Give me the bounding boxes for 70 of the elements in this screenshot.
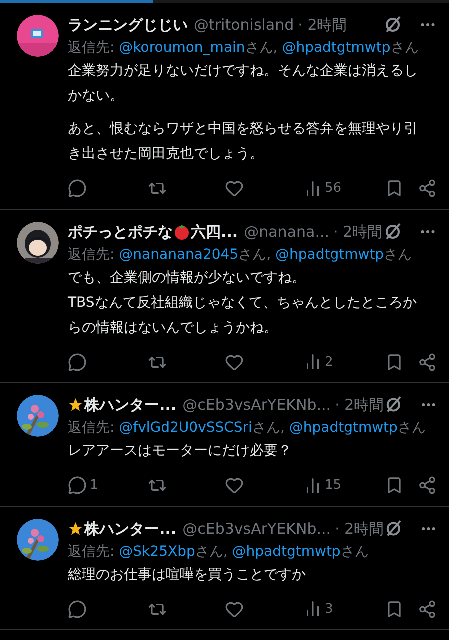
- author-handle[interactable]: @tritonisland: [194, 15, 294, 35]
- reply-count: 1: [90, 477, 98, 495]
- post-text: 企業努力が足りないだけですね。そんな企業は消えるしかない。: [68, 62, 419, 106]
- mention-link[interactable]: @hpadtgtmwtp: [276, 246, 384, 262]
- share-icon[interactable]: [418, 179, 437, 198]
- reply-to-label: 返信先:: [68, 40, 116, 56]
- reply-icon[interactable]: [68, 476, 87, 496]
- like-icon[interactable]: [225, 600, 244, 619]
- reply-to-label: 返信先:: [68, 246, 116, 262]
- view-count: 3: [325, 600, 334, 618]
- honorific-text: さん,: [245, 40, 279, 56]
- mention-link[interactable]: @Sk25Xbp: [119, 544, 196, 560]
- view-count: 2: [325, 354, 334, 372]
- honorific-text: さん: [398, 420, 426, 436]
- share-icon[interactable]: [418, 476, 437, 496]
- author-name[interactable]: 六四...: [191, 222, 238, 242]
- like-icon[interactable]: [225, 476, 244, 496]
- bookmark-icon[interactable]: [385, 352, 404, 372]
- like-icon[interactable]: [225, 352, 244, 372]
- view-count: 15: [325, 477, 342, 495]
- share-icon[interactable]: [418, 352, 437, 372]
- slashed-circle-icon[interactable]: [384, 518, 404, 538]
- post-time: · 2時間: [335, 395, 384, 415]
- author-handle[interactable]: @nanana...: [244, 222, 330, 242]
- honorific-text: さん,: [195, 544, 229, 560]
- mention-link[interactable]: @fvlGd2U0vSSCSri: [119, 420, 252, 436]
- reply-to-label: 返信先:: [68, 544, 116, 560]
- tomato-icon: [174, 224, 190, 240]
- mention-link[interactable]: @nananana2045: [119, 246, 239, 262]
- bookmark-icon[interactable]: [385, 179, 404, 198]
- star-icon: [68, 397, 84, 413]
- post-text: でも、企業側の情報が少ないですね。 TBSなんて反社組織じゃなくて、ちゃんとしたところからの情報はないんでしょうかね。: [68, 268, 418, 338]
- honorific-text: さん: [384, 246, 412, 262]
- mention-link[interactable]: @koroumon_main: [119, 40, 246, 56]
- post-text: あと、恨むならワザと中国を怒らせる答弁を無理やり引き出させた岡田克也でしょう。: [68, 120, 419, 164]
- post-time: · 2時間: [298, 15, 348, 35]
- honorific-text: さん,: [238, 246, 272, 262]
- reply-to-label: 返信先:: [68, 420, 116, 436]
- views-icon[interactable]: [304, 180, 322, 198]
- honorific-text: さん: [390, 40, 419, 56]
- reply-icon[interactable]: [68, 600, 87, 619]
- mention-link[interactable]: @hpadtgtmwtp: [289, 420, 398, 436]
- post-time: · 2時間: [335, 518, 384, 538]
- post-time: · 2時間: [334, 222, 383, 242]
- mention-link[interactable]: @hpadtgtmwtp: [282, 40, 391, 56]
- like-icon[interactable]: [225, 179, 244, 198]
- star-icon: [68, 520, 84, 536]
- author-name[interactable]: ポチっとポチな: [68, 222, 173, 242]
- author-handle[interactable]: @cEb3vsArYEKNb...: [182, 518, 332, 538]
- bookmark-icon[interactable]: [385, 476, 404, 496]
- bookmark-icon[interactable]: [385, 600, 404, 619]
- views-icon[interactable]: [304, 353, 322, 372]
- views-icon[interactable]: [304, 600, 322, 618]
- reply-icon[interactable]: [68, 352, 87, 372]
- share-icon[interactable]: [418, 600, 437, 619]
- post-text: 総理のお仕事は喧嘩を買うことですか: [68, 566, 307, 584]
- honorific-text: さん: [340, 544, 369, 560]
- reply-icon[interactable]: [68, 179, 87, 198]
- slashed-circle-icon[interactable]: [384, 395, 404, 415]
- honorific-text: さん,: [252, 420, 286, 436]
- author-name[interactable]: ランニングじじい: [68, 15, 188, 35]
- author-name[interactable]: 株ハンター...: [84, 518, 177, 538]
- post-text: レアアースはモーターにだけ必要？: [68, 442, 293, 461]
- slashed-circle-icon[interactable]: [383, 15, 403, 35]
- view-count: 56: [325, 180, 342, 198]
- views-icon[interactable]: [304, 476, 322, 495]
- author-handle[interactable]: @cEb3vsArYEKNb...: [182, 395, 332, 415]
- author-name[interactable]: 株ハンター...: [84, 395, 177, 415]
- mention-link[interactable]: @hpadtgtmwtp: [232, 544, 341, 560]
- slashed-circle-icon[interactable]: [383, 222, 403, 242]
